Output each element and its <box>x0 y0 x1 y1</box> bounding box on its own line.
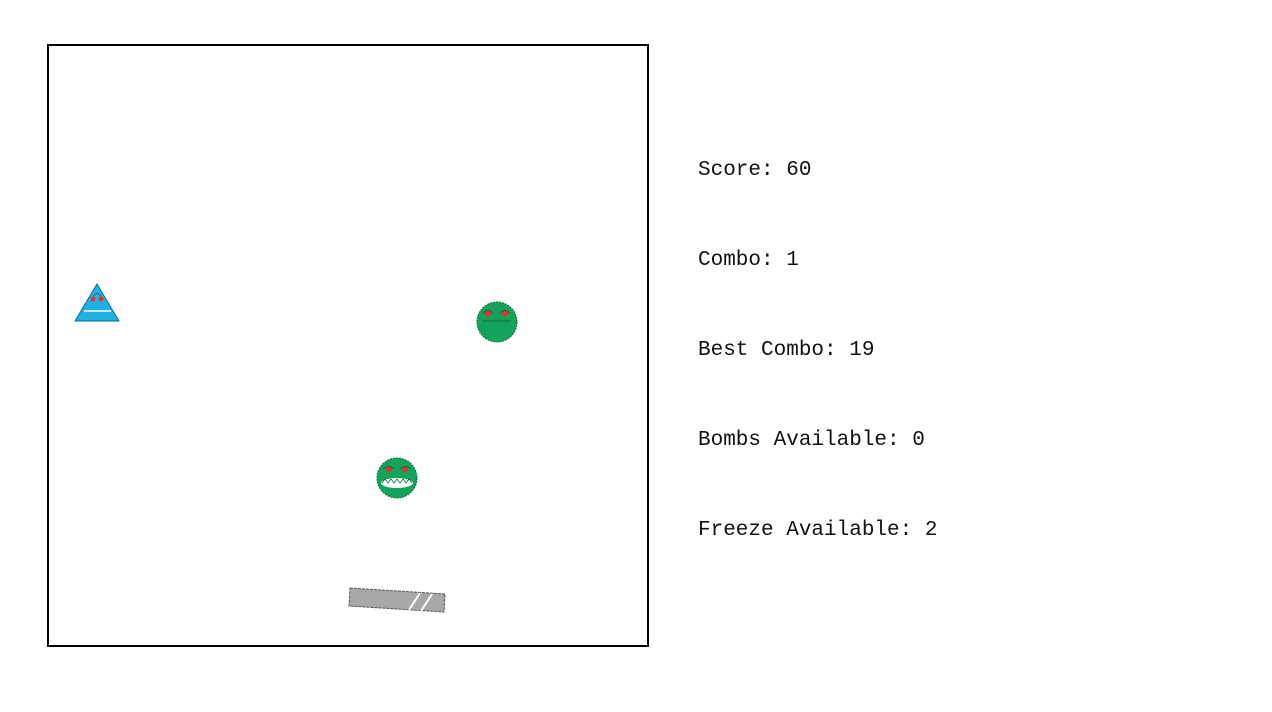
game-board[interactable] <box>47 44 649 647</box>
best-combo-label: Best Combo: 19 <box>698 339 875 362</box>
stats-panel: Score: 60 Combo: 1 Best Combo: 19 Bombs … <box>698 96 937 606</box>
green-toothed-enemy-icon <box>376 457 418 499</box>
green-frog-enemy-icon <box>476 301 518 343</box>
combo-label: Combo: 1 <box>698 249 799 272</box>
score-label: Score: 60 <box>698 159 812 182</box>
blue-triangle-alien-icon <box>74 283 120 322</box>
paddle-icon[interactable] <box>348 587 446 613</box>
playfield <box>74 283 518 613</box>
freeze-available-label: Freeze Available: 2 <box>698 519 938 542</box>
game-screen: Score: 60 Combo: 1 Best Combo: 19 Bombs … <box>0 0 1272 712</box>
bombs-available-label: Bombs Available: 0 <box>698 429 925 452</box>
